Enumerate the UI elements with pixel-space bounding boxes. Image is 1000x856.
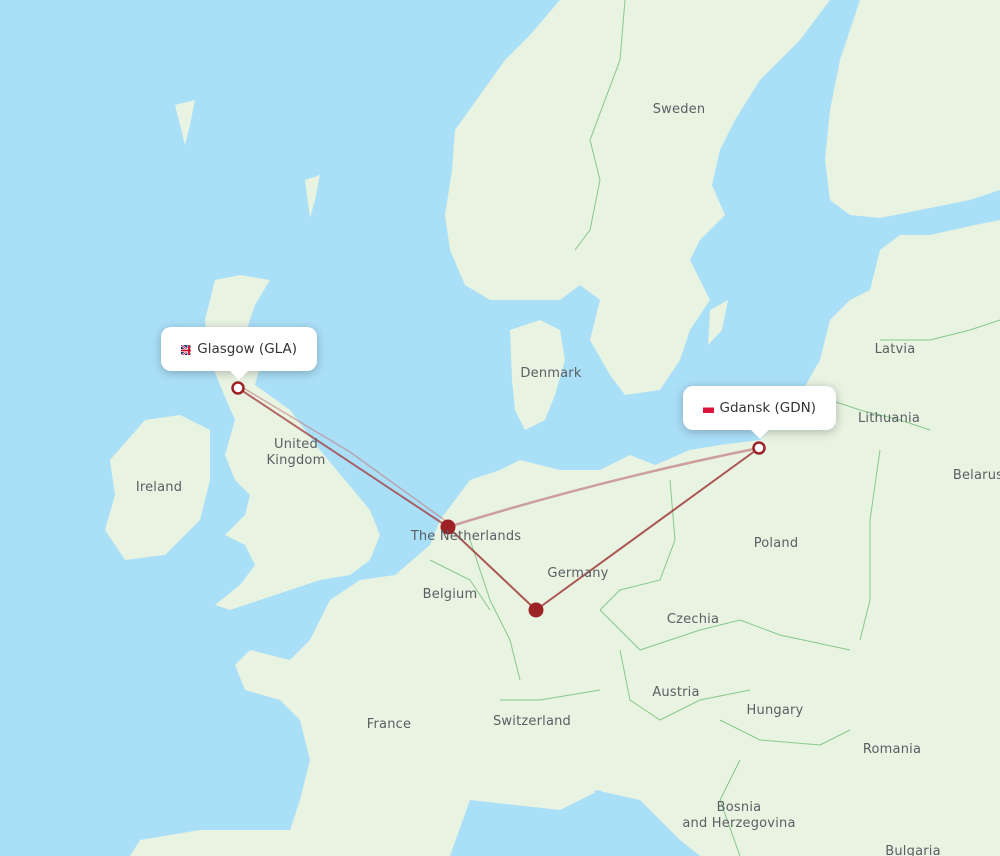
- label-czechia: Czechia: [666, 612, 720, 627]
- gla-pin-icon[interactable]: [231, 381, 245, 395]
- label-belgium: Belgium: [422, 587, 478, 602]
- label-the-netherlands: The Netherlands: [410, 529, 522, 544]
- label-ireland: Ireland: [135, 480, 183, 495]
- label-latvia: Latvia: [874, 342, 916, 357]
- airport-popup-origin[interactable]: Glasgow (GLA): [161, 327, 317, 380]
- label-lithuania: Lithuania: [857, 411, 921, 426]
- label-united-kingdom: United Kingdom: [266, 437, 326, 468]
- label-hungary: Hungary: [746, 703, 804, 718]
- label-denmark: Denmark: [520, 366, 582, 381]
- label-sweden: Sweden: [652, 102, 706, 117]
- label-austria: Austria: [652, 685, 700, 700]
- uk-flag-icon: [181, 343, 192, 355]
- gdn-pin-icon[interactable]: [752, 441, 766, 455]
- origin-airport-label: Glasgow (GLA): [197, 341, 297, 357]
- label-bulgaria: Bulgaria: [885, 844, 941, 856]
- label-switzerland: Switzerland: [492, 714, 572, 729]
- airport-popup-destination[interactable]: Gdansk (GDN): [683, 386, 836, 439]
- label-belarus: Belarus: [952, 468, 1000, 483]
- poland-flag-icon: [703, 403, 714, 413]
- route-ams-gdn[interactable]: [447, 446, 760, 529]
- route-map[interactable]: Sweden Denmark Latvia Lithuania Belarus …: [0, 0, 1000, 856]
- label-germany: Germany: [547, 566, 609, 581]
- destination-airport-label: Gdansk (GDN): [719, 400, 817, 416]
- label-poland: Poland: [753, 536, 799, 551]
- label-france: France: [366, 717, 412, 732]
- stopover-frankfurt-marker[interactable]: [528, 602, 544, 618]
- label-romania: Romania: [862, 742, 922, 757]
- label-bosnia-and-herzegovina: Bosnia and Herzegovina: [682, 800, 796, 831]
